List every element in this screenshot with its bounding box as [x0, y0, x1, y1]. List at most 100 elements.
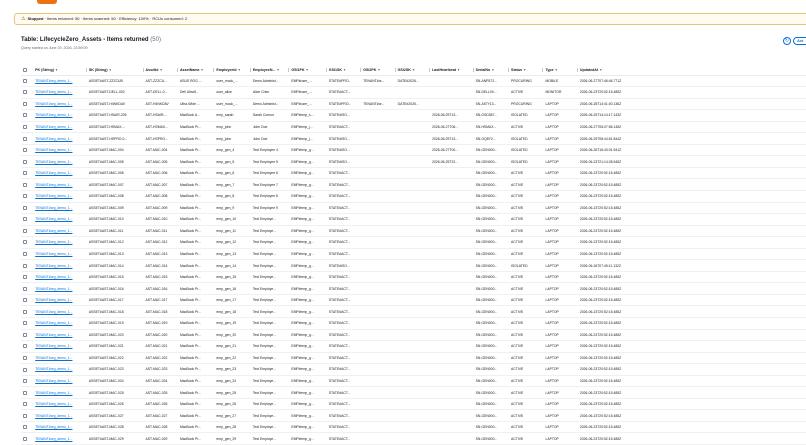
row-select-cell[interactable]	[21, 259, 34, 272]
sort-caret-icon[interactable]: ▼	[160, 68, 163, 72]
table-row[interactable]: TENANT#org_demo_1... ASSET#AST-MAC-004 AST…	[21, 144, 806, 157]
column-header[interactable]: SK (String)▼	[86, 65, 144, 76]
sort-caret-icon[interactable]: ▼	[555, 68, 558, 72]
row-checkbox[interactable]	[23, 205, 27, 210]
column-header[interactable]: PK (String)▼	[33, 65, 87, 76]
row-select-cell[interactable]	[21, 363, 34, 376]
column-header[interactable]: GSI1PK▼	[289, 65, 327, 76]
pk-link[interactable]: TENANT#org_demo_1...	[33, 271, 87, 284]
row-checkbox[interactable]	[23, 286, 27, 291]
pk-link[interactable]: TENANT#org_demo_1...	[33, 409, 87, 422]
table-row[interactable]: TENANT#org_demo_1... ASSET#AST-MAC-025 AST…	[21, 386, 806, 399]
sort-caret-icon[interactable]: ▼	[599, 68, 602, 72]
pk-link[interactable]: TENANT#org_demo_1...	[33, 190, 87, 203]
column-header[interactable]: EmployeeN...▼	[250, 65, 290, 76]
row-select-cell[interactable]	[21, 86, 34, 99]
sort-caret-icon[interactable]: ▼	[491, 68, 494, 72]
row-checkbox[interactable]	[23, 159, 27, 164]
row-checkbox[interactable]	[23, 78, 27, 83]
table-row[interactable]: TENANT#org_demo_1... ASSET#AST-H4NKDAV AST…	[21, 98, 806, 111]
row-checkbox[interactable]	[23, 148, 27, 153]
table-row[interactable]: TENANT#org_demo_1... ASSET#AST-MAC-012 AST…	[21, 236, 806, 249]
pk-link[interactable]: TENANT#org_demo_1...	[33, 225, 87, 238]
table-row[interactable]: TENANT#org_demo_1... ASSET#AST-MAC-027 AST…	[21, 409, 806, 422]
pk-link[interactable]: TENANT#org_demo_1...	[33, 317, 87, 330]
table-row[interactable]: TENANT#org_demo_1... ASSET#AST-MAC-026 AST…	[21, 398, 806, 411]
table-row[interactable]: TENANT#org_demo_1... ASSET#AST-MAC-024 AST…	[21, 375, 806, 388]
row-select-cell[interactable]	[21, 213, 34, 226]
row-select-cell[interactable]	[21, 202, 34, 215]
pk-link[interactable]: TENANT#org_demo_1...	[33, 305, 87, 318]
row-checkbox[interactable]	[23, 413, 27, 418]
row-select-cell[interactable]	[21, 305, 34, 318]
table-row[interactable]: TENANT#org_demo_1... ASSET#AST-MAC-021 AST…	[21, 340, 806, 353]
row-checkbox[interactable]	[23, 217, 27, 222]
row-select-cell[interactable]	[21, 282, 34, 295]
select-all-cell[interactable]	[21, 65, 34, 76]
row-select-cell[interactable]	[21, 271, 34, 284]
pk-link[interactable]: TENANT#org_demo_1...	[33, 109, 87, 122]
actions-button[interactable]: Act	[793, 37, 806, 45]
row-checkbox[interactable]	[23, 136, 27, 141]
row-select-cell[interactable]	[21, 132, 34, 145]
pk-link[interactable]: TENANT#org_demo_1...	[33, 155, 87, 168]
column-header[interactable]: UpdatedAt▼	[577, 65, 806, 76]
pk-link[interactable]: TENANT#org_demo_1...	[33, 386, 87, 399]
column-header[interactable]: SerialNo▼	[473, 65, 510, 76]
row-checkbox[interactable]	[23, 275, 27, 280]
pk-link[interactable]: TENANT#org_demo_1...	[33, 236, 87, 249]
row-checkbox[interactable]	[23, 252, 27, 257]
sort-caret-icon[interactable]: ▼	[306, 68, 309, 72]
column-header[interactable]: LastHeartbeat▼	[430, 65, 474, 76]
pk-link[interactable]: TENANT#org_demo_1...	[33, 282, 87, 295]
table-row[interactable]: TENANT#org_demo_1... ASSET#AST-HSMAX-... A…	[21, 121, 806, 134]
row-checkbox[interactable]	[23, 228, 27, 233]
row-checkbox[interactable]	[23, 309, 27, 314]
row-checkbox[interactable]	[23, 344, 27, 349]
pk-link[interactable]: TENANT#org_demo_1...	[33, 144, 87, 157]
table-row[interactable]: TENANT#org_demo_1... ASSET#AST-MAC-008 AST…	[21, 190, 806, 203]
pk-link[interactable]: TENANT#org_demo_1...	[33, 132, 87, 145]
row-checkbox[interactable]	[23, 125, 27, 130]
column-header[interactable]: AssetName▼	[177, 65, 215, 76]
table-row[interactable]: TENANT#org_demo_1... ASSET#AST-MAC-018 AST…	[21, 305, 806, 318]
table-row[interactable]: TENANT#org_demo_1... ASSET#AST-MAC-011 AST…	[21, 225, 806, 238]
row-select-cell[interactable]	[21, 225, 34, 238]
row-select-cell[interactable]	[21, 248, 34, 261]
pk-link[interactable]: TENANT#org_demo_1...	[33, 294, 87, 307]
row-select-cell[interactable]	[21, 432, 34, 445]
sort-caret-icon[interactable]: ▼	[238, 68, 241, 72]
pk-link[interactable]: TENANT#org_demo_1...	[33, 202, 87, 215]
column-header[interactable]: Status▼	[509, 65, 544, 76]
row-select-cell[interactable]	[21, 236, 34, 249]
pk-link[interactable]: TENANT#org_demo_1...	[33, 421, 87, 434]
table-row[interactable]: TENANT#org_demo_1... ASSET#AST-MAC-005 AST…	[21, 155, 806, 168]
sort-caret-icon[interactable]: ▼	[109, 68, 112, 72]
table-row[interactable]: TENANT#org_demo_1... ASSET#AST-MAC-014 AST…	[21, 259, 806, 272]
sort-caret-icon[interactable]: ▼	[457, 68, 460, 72]
table-row[interactable]: TENANT#org_demo_1... ASSET#AST-DELL-002 AS…	[21, 86, 806, 99]
sort-caret-icon[interactable]: ▼	[276, 68, 279, 72]
row-checkbox[interactable]	[23, 240, 27, 245]
row-checkbox[interactable]	[23, 379, 27, 384]
row-checkbox[interactable]	[23, 194, 27, 199]
row-select-cell[interactable]	[21, 352, 34, 365]
row-checkbox[interactable]	[23, 355, 27, 360]
row-select-cell[interactable]	[21, 98, 34, 111]
row-select-cell[interactable]	[21, 75, 34, 88]
table-row[interactable]: TENANT#org_demo_1... ASSET#AST-MAC-022 AST…	[21, 352, 806, 365]
table-row[interactable]: TENANT#org_demo_1... ASSET#AST-MAC-007 AST…	[21, 178, 806, 191]
row-select-cell[interactable]	[21, 167, 34, 180]
column-header[interactable]: EmployeeId▼	[214, 65, 251, 76]
table-row[interactable]: TENANT#org_demo_1... ASSET#AST-MAC-015 AST…	[21, 271, 806, 284]
row-select-cell[interactable]	[21, 190, 34, 203]
pk-link[interactable]: TENANT#org_demo_1...	[33, 329, 87, 342]
row-select-cell[interactable]	[21, 294, 34, 307]
row-checkbox[interactable]	[23, 367, 27, 372]
pk-link[interactable]: TENANT#org_demo_1...	[33, 398, 87, 411]
column-header[interactable]: AssetId▼	[143, 65, 178, 76]
row-select-cell[interactable]	[21, 340, 34, 353]
row-select-cell[interactable]	[21, 409, 34, 422]
pk-link[interactable]: TENANT#org_demo_1...	[33, 75, 87, 88]
pk-link[interactable]: TENANT#org_demo_1...	[33, 259, 87, 272]
